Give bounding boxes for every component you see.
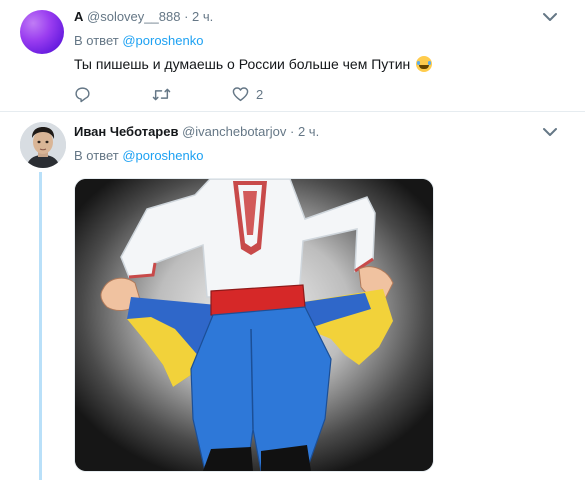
reply-prefix: В ответ <box>74 33 119 48</box>
author-name[interactable]: A <box>74 9 83 24</box>
avatar[interactable] <box>20 122 66 168</box>
tweet-text: Ты пишешь и думаешь о России больше чем … <box>74 56 433 72</box>
tweet-media-image[interactable] <box>74 178 434 472</box>
tweet-text-content: Ты пишешь и думаешь о России больше чем … <box>74 56 411 72</box>
avatar-portrait-icon <box>20 122 66 168</box>
avatar[interactable] <box>20 10 64 54</box>
separator-dot: · <box>184 9 189 24</box>
like-count: 2 <box>256 86 264 102</box>
tweet-header: A @solovey__888 · 2 ч. <box>74 9 213 24</box>
tears-of-joy-emoji-icon <box>416 56 433 72</box>
separator-dot: · <box>289 124 295 139</box>
reply-prefix: В ответ <box>74 148 119 163</box>
like-icon <box>232 87 249 102</box>
reply-context: В ответ @poroshenko <box>74 33 203 48</box>
like-button[interactable]: 2 <box>232 86 263 102</box>
reply-icon <box>75 87 90 103</box>
tweet-header: Иван Чеботарев @ivanchebotarjov · 2 ч. <box>74 124 319 139</box>
author-name[interactable]: Иван Чеботарев <box>74 124 178 139</box>
timestamp[interactable]: 2 ч. <box>192 9 213 24</box>
chevron-down-icon[interactable] <box>543 127 557 137</box>
retweet-button[interactable] <box>152 86 171 103</box>
reply-context: В ответ @poroshenko <box>74 148 203 163</box>
mention-link[interactable]: @poroshenko <box>122 33 203 48</box>
chevron-down-icon[interactable] <box>543 12 557 22</box>
author-handle[interactable]: @ivanchebotarjov <box>182 124 286 139</box>
reply-button[interactable] <box>74 86 91 103</box>
tweet[interactable]: A @solovey__888 · 2 ч. В ответ @poroshen… <box>0 0 585 112</box>
retweet-icon <box>152 88 171 101</box>
thread-line <box>39 172 42 480</box>
author-handle[interactable]: @solovey__888 <box>87 9 180 24</box>
mention-link[interactable]: @poroshenko <box>122 148 203 163</box>
cossack-illustration <box>75 179 433 471</box>
timestamp[interactable]: 2 ч. <box>298 124 319 139</box>
